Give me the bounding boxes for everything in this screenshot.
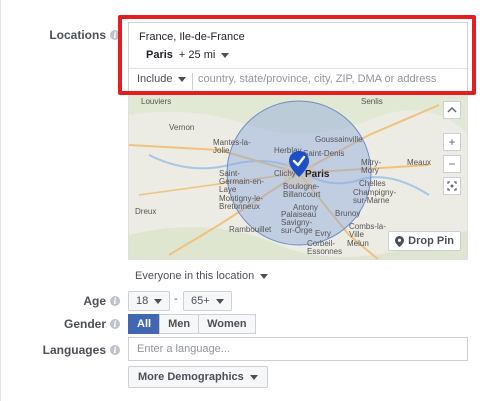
location-pin-icon[interactable] bbox=[289, 151, 309, 177]
map-place-label: Rambouillet bbox=[229, 225, 272, 234]
gender-all-button[interactable]: All bbox=[128, 314, 161, 334]
ad-targeting-panel: Locations i France, Ile-de-France Paris … bbox=[0, 0, 485, 401]
map-place-label: Combs-la-Ville bbox=[349, 222, 386, 239]
audience-scope-label: Everyone in this location bbox=[135, 270, 255, 282]
languages-label-text: Languages bbox=[42, 343, 106, 357]
caret-down-icon bbox=[154, 298, 163, 304]
map-place-label: Boulogne-Billancourt bbox=[283, 182, 321, 199]
languages-label: Languages i bbox=[43, 343, 120, 357]
recenter-icon bbox=[447, 181, 457, 191]
map-place-label: Meaux bbox=[407, 158, 432, 167]
highlight-frame bbox=[118, 15, 476, 95]
panel-left-border bbox=[0, 0, 1, 401]
map-place-label: Champigny-sur-Marne bbox=[353, 188, 397, 205]
map-place-label: Mantes-la-Jolie bbox=[213, 138, 251, 155]
map-place-label: Brunoy bbox=[335, 209, 361, 218]
drop-pin-button[interactable]: Drop Pin bbox=[388, 231, 461, 251]
map-place-label: Montigny-le-Bretonneux bbox=[219, 194, 264, 211]
gender-men-button[interactable]: Men bbox=[159, 314, 200, 334]
zoom-out-button[interactable]: − bbox=[443, 155, 461, 173]
map-place-label: Saint-Germain-en-Laye bbox=[219, 169, 264, 194]
info-icon[interactable]: i bbox=[110, 319, 120, 329]
caret-down-icon bbox=[215, 298, 224, 304]
locations-label: Locations i bbox=[49, 28, 120, 42]
map-controls: + − bbox=[443, 101, 461, 195]
info-icon[interactable]: i bbox=[110, 345, 120, 355]
gender-women-button[interactable]: Women bbox=[198, 314, 256, 334]
map-place-label: Senlis bbox=[361, 97, 383, 106]
info-icon[interactable]: i bbox=[110, 296, 120, 306]
language-input[interactable]: Enter a language... bbox=[128, 337, 468, 361]
age-max-value: 65+ bbox=[191, 295, 210, 307]
age-min-value: 18 bbox=[136, 295, 149, 307]
chevron-up-icon bbox=[447, 106, 457, 113]
more-demographics-button[interactable]: More Demographics bbox=[128, 366, 268, 388]
map-place-label: Louviers bbox=[141, 97, 172, 106]
map-place-label: Vernon bbox=[169, 123, 195, 132]
map-place-label: Saint-Denis bbox=[303, 149, 345, 158]
caret-down-icon bbox=[249, 374, 258, 380]
location-map[interactable]: Louviers Senlis Vernon Goussainville Man… bbox=[128, 95, 468, 260]
map-place-label: Evry bbox=[315, 229, 331, 238]
audience-scope-dropdown[interactable]: Everyone in this location bbox=[135, 270, 269, 282]
collapse-map-button[interactable] bbox=[443, 101, 461, 119]
map-place-label: Dreux bbox=[135, 207, 157, 216]
locations-label-text: Locations bbox=[49, 28, 106, 42]
age-max-select[interactable]: 65+ bbox=[183, 291, 232, 311]
gender-label-text: Gender bbox=[63, 317, 106, 331]
age-min-select[interactable]: 18 bbox=[128, 291, 171, 311]
gender-segmented-control: All Men Women bbox=[128, 314, 256, 334]
map-pin-icon bbox=[395, 235, 405, 247]
drop-pin-label: Drop Pin bbox=[408, 235, 454, 247]
map-place-label: Chelles bbox=[359, 179, 386, 188]
caret-down-icon bbox=[260, 273, 269, 279]
map-place-label: Mitry-Mory bbox=[361, 158, 381, 175]
age-range-dash: - bbox=[174, 293, 178, 305]
age-label-text: Age bbox=[83, 294, 106, 308]
map-place-label: Melun bbox=[347, 239, 369, 248]
more-demographics-label: More Demographics bbox=[138, 371, 244, 383]
map-place-label: Goussainville bbox=[315, 135, 363, 144]
recenter-button[interactable] bbox=[443, 177, 461, 195]
zoom-in-button[interactable]: + bbox=[443, 133, 461, 151]
age-label: Age i bbox=[83, 294, 120, 308]
gender-label: Gender i bbox=[64, 317, 120, 331]
